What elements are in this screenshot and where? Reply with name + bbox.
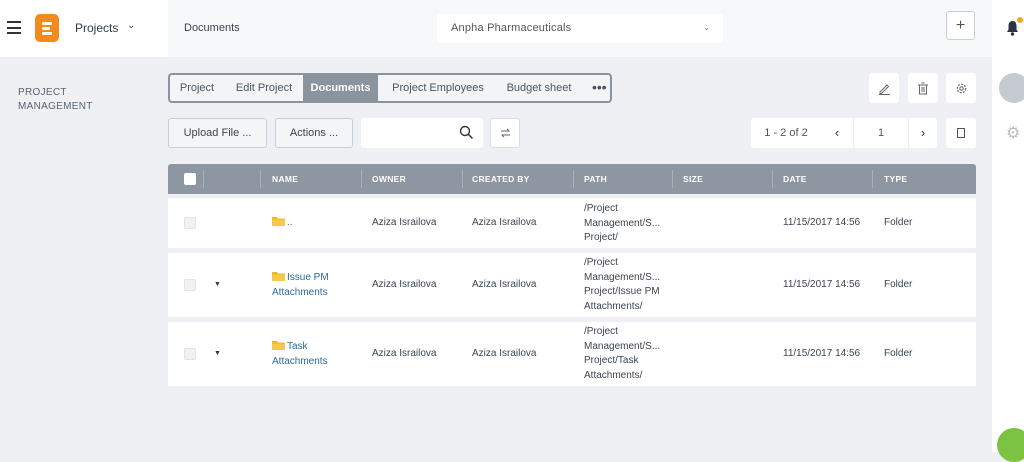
chevron-down-icon: ⌄ — [703, 23, 710, 32]
row-checkbox[interactable] — [184, 348, 196, 360]
table-row[interactable]: ▼ Task Attachments Aziza Israilova Aziza… — [168, 322, 976, 386]
document-button[interactable] — [946, 118, 976, 148]
row-path-line: Management/S... — [584, 340, 661, 352]
row-checkbox[interactable] — [184, 279, 196, 291]
column-header-owner[interactable]: OWNER — [372, 164, 406, 194]
row-created-by: Aziza Israilova — [472, 217, 537, 228]
column-header-date[interactable]: DATE — [783, 164, 807, 194]
app-switcher-label[interactable]: Projects — [75, 21, 118, 35]
row-created-by: Aziza Israilova — [472, 348, 537, 359]
row-path-line: Project/Issue PM — [584, 286, 660, 297]
row-name[interactable]: .. — [272, 215, 357, 230]
row-path: /Project Management/S... Project/Task At… — [584, 325, 660, 383]
column-header-name[interactable]: NAME — [272, 164, 298, 194]
row-path-line: Attachments/ — [584, 300, 643, 312]
add-button[interactable]: + — [946, 11, 975, 40]
right-rail — [992, 0, 1024, 452]
row-date: 11/15/2017 14:56 — [783, 217, 861, 228]
tab-bar: Project Edit Project Documents Project E… — [168, 73, 612, 103]
section-label: PROJECT MANAGEMENT — [18, 87, 93, 112]
row-date: 11/15/2017 14:56 — [783, 348, 861, 359]
column-header-type[interactable]: TYPE — [884, 164, 907, 194]
refresh-button[interactable] — [490, 118, 520, 148]
row-owner: Aziza Israilova — [372, 348, 437, 359]
folder-icon — [272, 217, 285, 226]
breadcrumb: Documents — [184, 22, 240, 34]
row-path-line: Management/S... — [584, 271, 661, 283]
previous-page-button[interactable]: ‹ — [821, 118, 853, 148]
row-owner: Aziza Israilova — [372, 217, 437, 228]
tab-project-employees[interactable]: Project Employees — [384, 75, 492, 101]
settings-button[interactable] — [946, 73, 976, 103]
brand-area: Projects ⌄ — [0, 0, 168, 57]
page-number-input[interactable]: 1 — [853, 118, 909, 148]
row-type: Folder — [884, 279, 913, 290]
actions-button[interactable]: Actions ... — [275, 118, 353, 148]
brand-logo[interactable] — [35, 14, 59, 42]
document-icon — [957, 128, 965, 138]
menu-icon[interactable] — [7, 21, 21, 34]
row-path-line: Project/ — [584, 232, 618, 243]
company-select[interactable]: Anpha Pharmaceuticals ⌄ — [437, 14, 723, 43]
bell-icon[interactable] — [1006, 20, 1019, 36]
pagination-count: 1 - 2 of 2 — [764, 127, 808, 139]
select-all-checkbox[interactable] — [184, 173, 196, 185]
row-path-line: /Project — [584, 203, 618, 214]
edit-button[interactable] — [869, 73, 899, 103]
company-select-value: Anpha Pharmaceuticals — [451, 22, 572, 34]
table-header: NAME OWNER CREATED BY PATH SIZE DATE TYP… — [168, 164, 976, 194]
row-path: /Project Management/S... Project/ — [584, 202, 660, 246]
folder-icon — [272, 341, 285, 350]
expand-row-icon[interactable]: ▼ — [214, 281, 221, 288]
chevron-down-icon[interactable]: ⌄ — [127, 20, 135, 31]
more-tabs-button[interactable]: ••• — [592, 75, 607, 101]
folder-icon — [272, 272, 285, 281]
gear-icon[interactable]: ⚙ — [1006, 123, 1020, 143]
row-path: /Project Management/S... Project/Issue P… — [584, 256, 660, 314]
table-row[interactable]: .. Aziza Israilova Aziza Israilova /Proj… — [168, 198, 976, 248]
row-path-line: /Project — [584, 326, 618, 337]
notification-dot — [1017, 17, 1023, 23]
expand-row-icon[interactable]: ▼ — [214, 350, 221, 357]
row-type: Folder — [884, 348, 913, 359]
row-type: Folder — [884, 217, 913, 228]
row-created-by: Aziza Israilova — [472, 279, 537, 290]
avatar[interactable] — [999, 73, 1024, 103]
row-path-line: Management/S... — [584, 217, 661, 229]
upload-file-button[interactable]: Upload File ... — [168, 118, 267, 148]
row-owner: Aziza Israilova — [372, 279, 437, 290]
column-header-size[interactable]: SIZE — [683, 164, 703, 194]
delete-button[interactable] — [908, 73, 938, 103]
plus-icon: + — [955, 17, 966, 34]
trash-icon — [918, 82, 928, 94]
next-page-button[interactable]: › — [907, 118, 939, 148]
row-name[interactable]: Task Attachments — [272, 339, 342, 369]
settings-icon — [956, 83, 966, 93]
search-icon[interactable] — [459, 125, 474, 140]
edit-icon — [878, 83, 890, 95]
tab-edit-project[interactable]: Edit Project — [226, 75, 302, 101]
row-path-line: Project/Task — [584, 355, 639, 366]
tab-budget-sheet[interactable]: Budget sheet — [498, 75, 580, 101]
tab-project[interactable]: Project — [170, 75, 224, 101]
tab-documents[interactable]: Documents — [303, 75, 378, 101]
column-header-path[interactable]: PATH — [584, 164, 607, 194]
refresh-icon — [500, 128, 510, 138]
row-name-text: .. — [287, 217, 293, 228]
table-row[interactable]: ▼ Issue PM Attachments Aziza Israilova A… — [168, 253, 976, 317]
pagination: 1 - 2 of 2 ‹ 1 › — [751, 118, 937, 148]
row-date: 11/15/2017 14:56 — [783, 279, 861, 290]
row-checkbox[interactable] — [184, 217, 196, 229]
row-name[interactable]: Issue PM Attachments — [272, 270, 357, 300]
column-header-created-by[interactable]: CREATED BY — [472, 164, 530, 194]
chat-icon[interactable] — [997, 428, 1024, 462]
row-path-line: /Project — [584, 257, 618, 268]
row-path-line: Attachments/ — [584, 369, 643, 381]
